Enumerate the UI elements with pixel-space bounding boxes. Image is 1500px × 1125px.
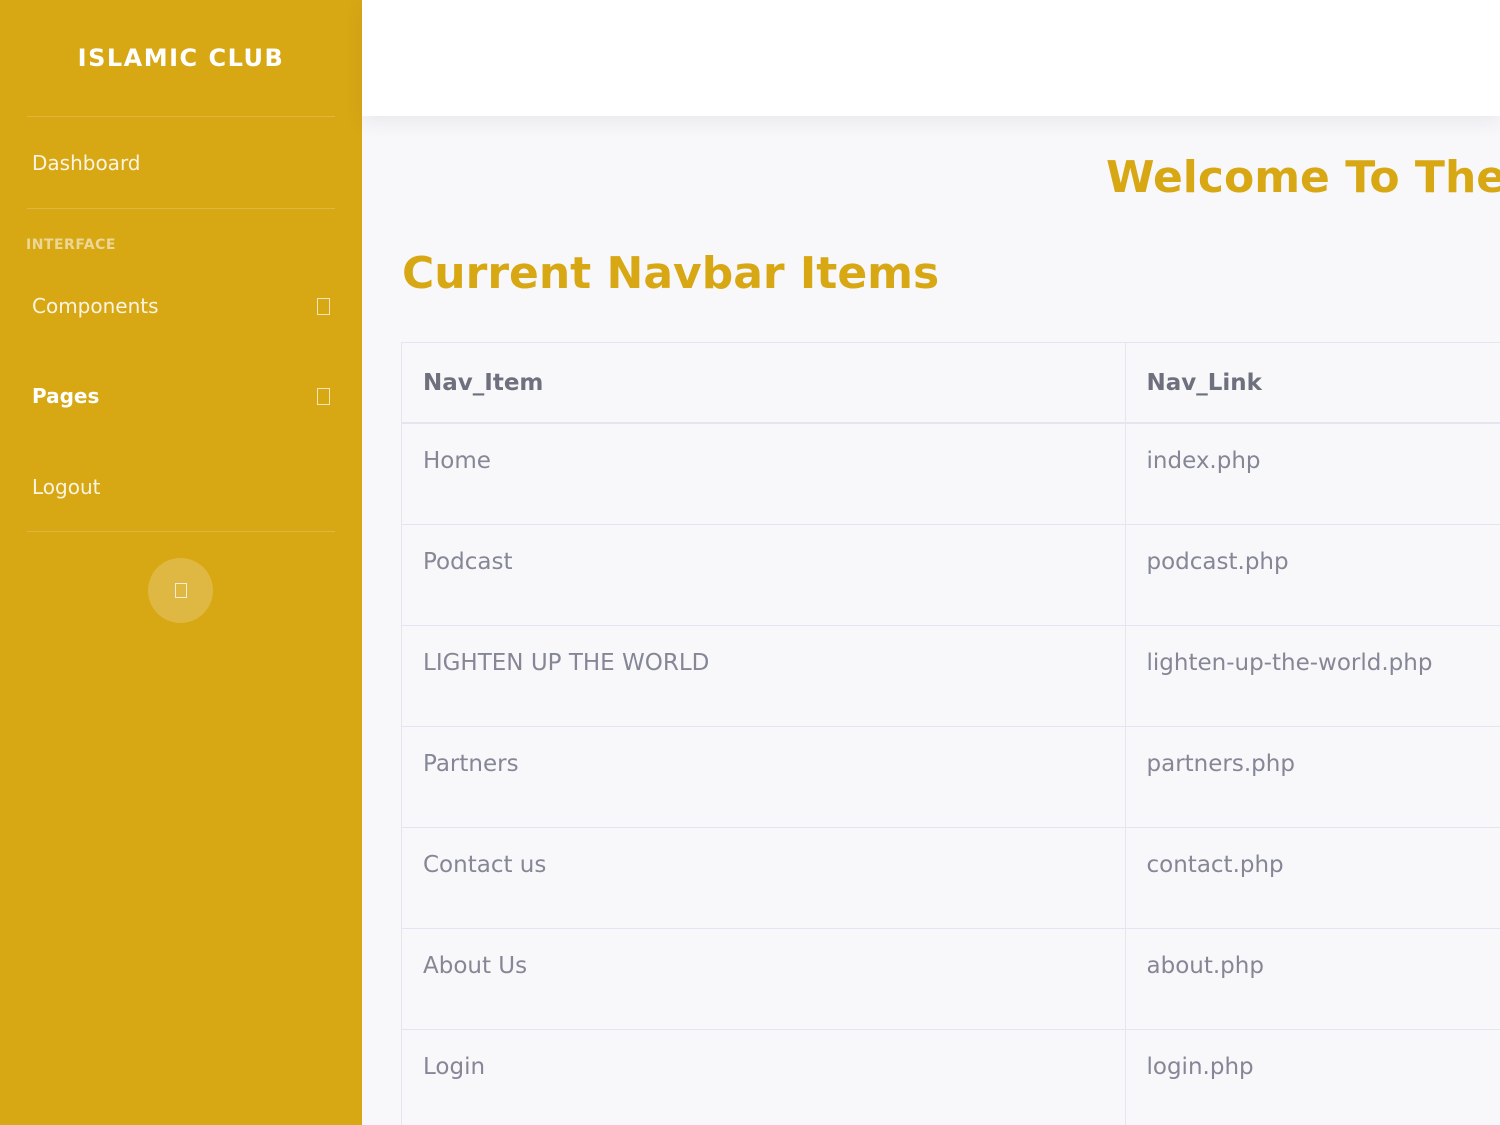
sidebar-item-logout[interactable]: Logout	[0, 457, 362, 517]
table-row: LIGHTEN UP THE WORLD lighten-up-the-worl…	[402, 625, 1500, 727]
sidebar-divider	[27, 531, 335, 532]
sidebar-item-label: Dashboard	[32, 151, 141, 175]
sidebar-divider	[27, 116, 335, 117]
topbar	[362, 0, 1500, 116]
page-title: Current Navbar Items	[402, 248, 940, 299]
nav-link-cell: contact.php	[1125, 827, 1500, 929]
table-row: Partners partners.php	[402, 726, 1500, 828]
sidebar: ISLAMIC CLUB Dashboard INTERFACE Compone…	[0, 0, 362, 1125]
sidebar-divider	[27, 208, 335, 209]
sidebar-item-label: Pages	[32, 384, 100, 408]
nav-item-cell: Login	[402, 1029, 1126, 1125]
column-header-nav-item: Nav_Item	[402, 343, 1126, 424]
navbar-items-table: Nav_Item Nav_Link Home index.php Podcast…	[401, 342, 1500, 1125]
nav-link-cell: index.php	[1125, 423, 1500, 525]
table-row: Podcast podcast.php	[402, 524, 1500, 626]
nav-link-cell: login.php	[1125, 1029, 1500, 1125]
nav-item-cell: Partners	[402, 726, 1126, 828]
sidebar-section-heading: INTERFACE	[26, 237, 116, 253]
chevron-icon	[317, 388, 330, 405]
table-row: Home index.php	[402, 423, 1500, 525]
nav-item-cell: Home	[402, 423, 1126, 525]
table-row: Login login.php	[402, 1029, 1500, 1125]
nav-item-cell: Contact us	[402, 827, 1126, 929]
nav-link-cell: partners.php	[1125, 726, 1500, 828]
table-header-row: Nav_Item Nav_Link	[402, 343, 1500, 424]
table-row: Contact us contact.php	[402, 827, 1500, 929]
nav-item-cell: Podcast	[402, 524, 1126, 626]
welcome-heading: Welcome To The D	[1106, 152, 1500, 203]
nav-link-cell: lighten-up-the-world.php	[1125, 625, 1500, 727]
chevron-left-icon	[174, 583, 187, 598]
nav-item-cell: About Us	[402, 928, 1126, 1030]
sidebar-item-dashboard[interactable]: Dashboard	[0, 133, 362, 193]
nav-item-cell: LIGHTEN UP THE WORLD	[402, 625, 1126, 727]
sidebar-item-label: Components	[32, 294, 159, 318]
table-row: About Us about.php	[402, 928, 1500, 1030]
nav-link-cell: podcast.php	[1125, 524, 1500, 626]
sidebar-toggle-button[interactable]	[148, 558, 213, 623]
chevron-icon	[317, 298, 330, 315]
brand-logo-text[interactable]: ISLAMIC CLUB	[0, 0, 362, 116]
nav-link-cell: about.php	[1125, 928, 1500, 1030]
sidebar-item-label: Logout	[32, 475, 101, 499]
sidebar-item-pages[interactable]: Pages	[0, 366, 362, 426]
column-header-nav-link: Nav_Link	[1125, 343, 1500, 424]
sidebar-item-components[interactable]: Components	[0, 276, 362, 336]
